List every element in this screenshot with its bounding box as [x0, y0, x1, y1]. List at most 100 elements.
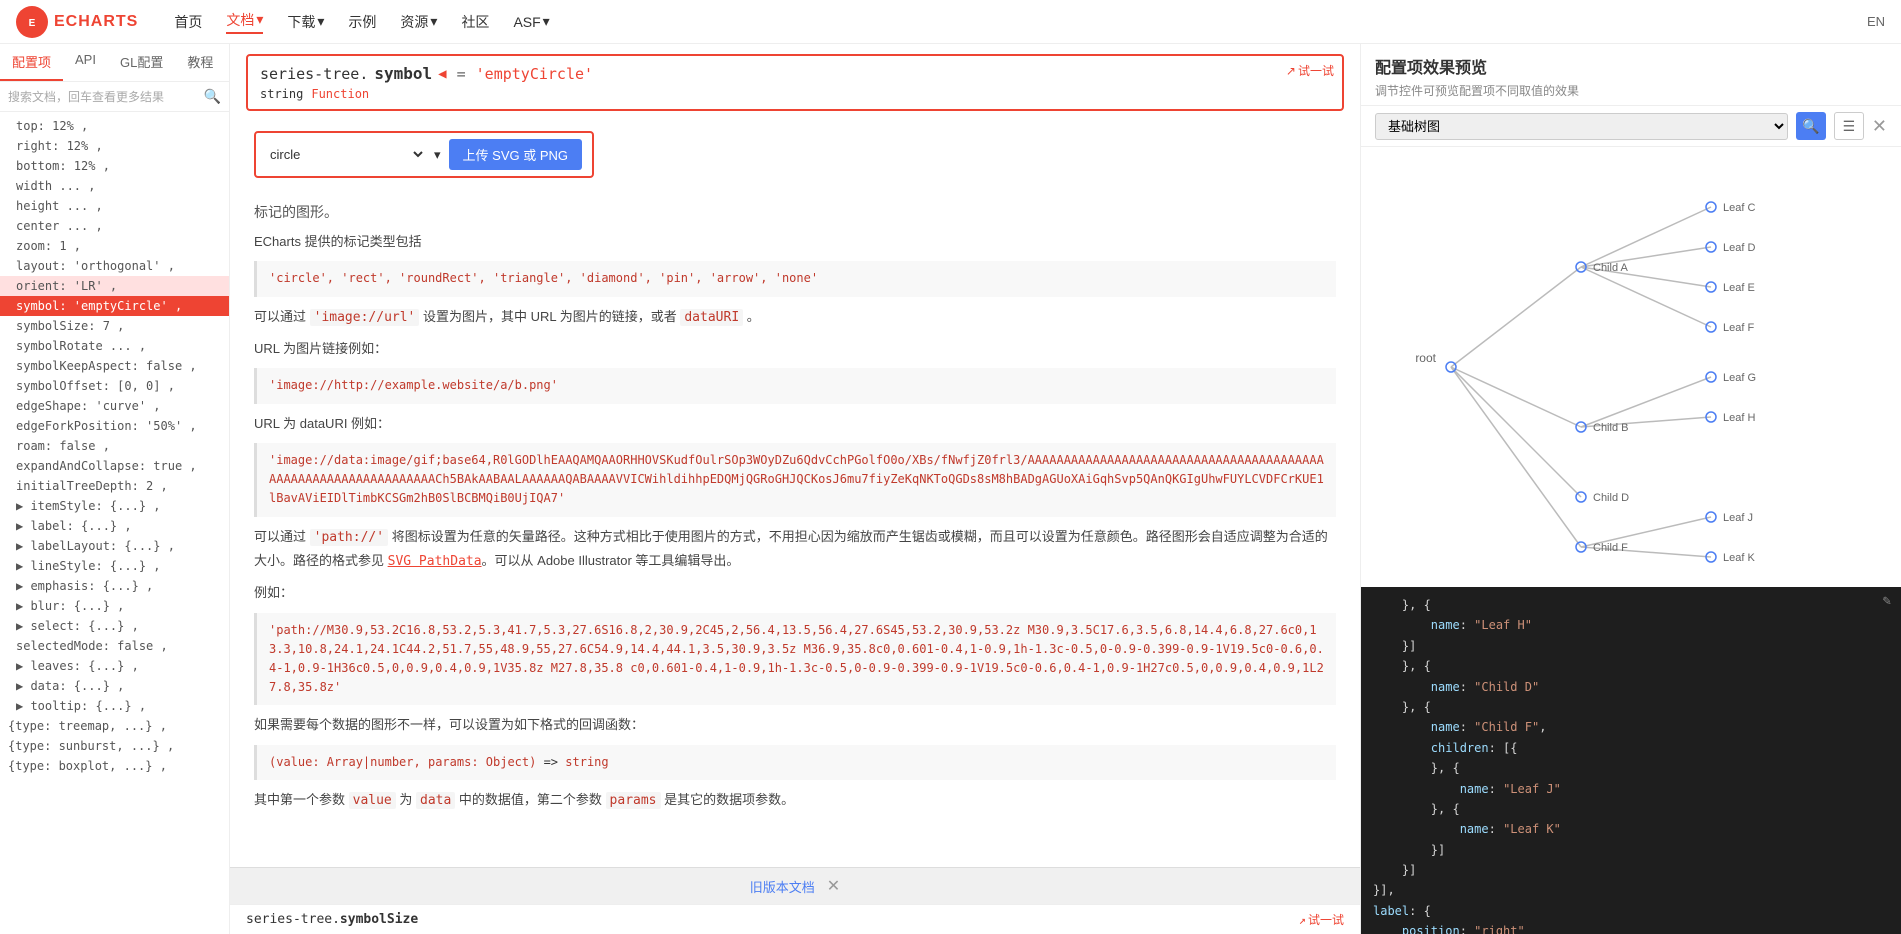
svg-text:Child A: Child A — [1593, 262, 1629, 274]
top-nav: E ECHARTS 首页 文档 ▾ 下载 ▾ 示例 资源 ▾ 社区 ASF ▾ … — [0, 0, 1901, 44]
preview-controls: 基础树图 🔍 ☰ ✕ — [1361, 106, 1901, 147]
code-value: 'emptyCircle' — [476, 65, 593, 83]
code-line: }, { — [1373, 656, 1889, 676]
tab-config[interactable]: 配置项 — [0, 44, 63, 81]
section-title: 标记的图形。 — [254, 202, 1336, 222]
svg-text:Child B: Child B — [1593, 422, 1628, 434]
tree-item[interactable]: {type: sunburst, ...} , — [0, 736, 229, 756]
upload-button[interactable]: 上传 SVG 或 PNG — [449, 139, 582, 170]
nav-resources[interactable]: 资源 ▾ — [400, 12, 437, 32]
preview-search-button[interactable]: 🔍 — [1796, 112, 1826, 140]
path-code: 'path://' — [310, 529, 388, 546]
tree-item[interactable]: height ... , — [0, 196, 229, 216]
tree-item[interactable]: zoom: 1 , — [0, 236, 229, 256]
datauri-code: dataURI — [680, 309, 743, 326]
tree-item[interactable]: center ... , — [0, 216, 229, 236]
code-line: }] — [1373, 860, 1889, 880]
nav-download[interactable]: 下载 ▾ — [287, 12, 324, 32]
tab-api[interactable]: API — [63, 44, 108, 81]
bottom-try-link[interactable]: ↗ 试一试 — [1299, 911, 1344, 928]
para1: ECharts 提供的标记类型包括 — [254, 230, 1336, 253]
params-ref: params — [606, 792, 661, 809]
tree-item[interactable]: selectedMode: false , — [0, 636, 229, 656]
search-button[interactable]: 🔍 — [204, 88, 221, 105]
docs-dropdown-icon: ▾ — [256, 11, 263, 28]
tree-item[interactable]: top: 12% , — [0, 116, 229, 136]
right-panel: 配置项效果预览 调节控件可预览配置项不同取值的效果 基础树图 🔍 ☰ ✕ — [1361, 44, 1901, 934]
tree-item[interactable]: symbolKeepAspect: false , — [0, 356, 229, 376]
preview-list-button[interactable]: ☰ — [1834, 112, 1864, 140]
tree-item[interactable]: roam: false , — [0, 436, 229, 456]
path-example: 'path://M30.9,53.2C16.8,53.2,5.3,41.7,5.… — [254, 613, 1336, 706]
tree-item[interactable]: ▶ blur: {...} , — [0, 596, 229, 616]
code-prefix: series-tree. — [260, 65, 368, 83]
tree-item[interactable]: {type: treemap, ...} , — [0, 716, 229, 736]
tree-item[interactable]: layout: 'orthogonal' , — [0, 256, 229, 276]
tree-item[interactable]: symbol: 'emptyCircle' , — [0, 296, 229, 316]
center-content: series-tree. symbol ◀ = 'emptyCircle' st… — [230, 44, 1361, 934]
tree-item[interactable]: ▶ data: {...} , — [0, 676, 229, 696]
param-type-num: number — [370, 755, 413, 769]
tree-item[interactable]: edgeShape: 'curve' , — [0, 396, 229, 416]
nav-asf[interactable]: ASF ▾ — [513, 13, 549, 30]
tree-item[interactable]: right: 12% , — [0, 136, 229, 156]
tree-item[interactable]: ▶ emphasis: {...} , — [0, 576, 229, 596]
tree-item[interactable]: ▶ label: {...} , — [0, 516, 229, 536]
left-sidebar: 配置项 API GL配置 教程 🔍 top: 12% ,right: 12% ,… — [0, 44, 230, 934]
nav-docs[interactable]: 文档 ▾ — [226, 10, 263, 34]
svg-pathdata-link[interactable]: SVG PathData — [388, 554, 482, 569]
tree-item[interactable]: width ... , — [0, 176, 229, 196]
logo-icon: E — [16, 6, 48, 38]
code-line: position: "right" — [1373, 921, 1889, 934]
symbol-select[interactable]: circle rect roundRect triangle diamond p… — [266, 146, 426, 163]
try-link[interactable]: ↗ 试一试 — [1286, 62, 1334, 79]
center-scroll[interactable]: 标记的图形。 ECharts 提供的标记类型包括 'circle', 'rect… — [230, 190, 1360, 867]
old-version-label[interactable]: 旧版本文档 — [750, 877, 815, 896]
select-dropdown-icon: ▾ — [434, 147, 441, 163]
data-ref: data — [416, 792, 455, 809]
tree-item[interactable]: bottom: 12% , — [0, 156, 229, 176]
tab-gl[interactable]: GL配置 — [108, 44, 175, 81]
preview-close-button[interactable]: ✕ — [1872, 116, 1887, 137]
svg-text:Leaf D: Leaf D — [1723, 242, 1755, 254]
code-line: }, { — [1373, 758, 1889, 778]
search-input[interactable] — [8, 90, 200, 104]
type-function[interactable]: Function — [311, 87, 369, 101]
svg-text:Leaf K: Leaf K — [1723, 552, 1755, 564]
logo[interactable]: E ECHARTS — [16, 6, 138, 38]
tree-item[interactable]: ▶ lineStyle: {...} , — [0, 556, 229, 576]
tree-item[interactable]: ▶ tooltip: {...} , — [0, 696, 229, 716]
nav-home[interactable]: 首页 — [174, 12, 202, 32]
tree-item[interactable]: orient: 'LR' , — [0, 276, 229, 296]
tree-item[interactable]: ▶ labelLayout: {...} , — [0, 536, 229, 556]
tree-item[interactable]: ▶ leaves: {...} , — [0, 656, 229, 676]
type-string[interactable]: string — [260, 87, 303, 101]
para3: URL 为图片链接例如： — [254, 337, 1336, 360]
tree-item[interactable]: ▶ itemStyle: {...} , — [0, 496, 229, 516]
code-header-box: series-tree. symbol ◀ = 'emptyCircle' st… — [246, 54, 1344, 111]
code-edit-icon[interactable]: ✎ — [1883, 593, 1891, 609]
tree-item[interactable]: symbolOffset: [0, 0] , — [0, 376, 229, 396]
tree-item[interactable]: ▶ select: {...} , — [0, 616, 229, 636]
tree-item[interactable]: edgeForkPosition: '50%' , — [0, 416, 229, 436]
nav-community[interactable]: 社区 — [461, 12, 489, 32]
preview-header: 配置项效果预览 调节控件可预览配置项不同取值的效果 — [1361, 44, 1901, 106]
lang-switch[interactable]: EN — [1867, 14, 1885, 29]
code-eq: = — [457, 65, 466, 83]
tree-item[interactable]: symbolSize: 7 , — [0, 316, 229, 336]
old-version-close[interactable]: ✕ — [827, 876, 840, 896]
tree-item[interactable]: initialTreeDepth: 2 , — [0, 476, 229, 496]
nav-examples[interactable]: 示例 — [348, 12, 376, 32]
tab-tutorial[interactable]: 教程 — [175, 44, 225, 81]
code-line: }] — [1373, 636, 1889, 656]
para7: 如果需要每个数据的图形不一样，可以设置为如下格式的回调函数： — [254, 713, 1336, 736]
code-line: name: "Child F", — [1373, 717, 1889, 737]
code-arrow-left[interactable]: ◀ — [438, 66, 446, 82]
svg-text:Leaf G: Leaf G — [1723, 372, 1756, 384]
code-line: }, { — [1373, 799, 1889, 819]
tree-item[interactable]: expandAndCollapse: true , — [0, 456, 229, 476]
chart-type-select[interactable]: 基础树图 — [1375, 113, 1788, 140]
tree-item[interactable]: {type: boxplot, ...} , — [0, 756, 229, 776]
code-line: name: "Leaf H" — [1373, 615, 1889, 635]
tree-item[interactable]: symbolRotate ... , — [0, 336, 229, 356]
